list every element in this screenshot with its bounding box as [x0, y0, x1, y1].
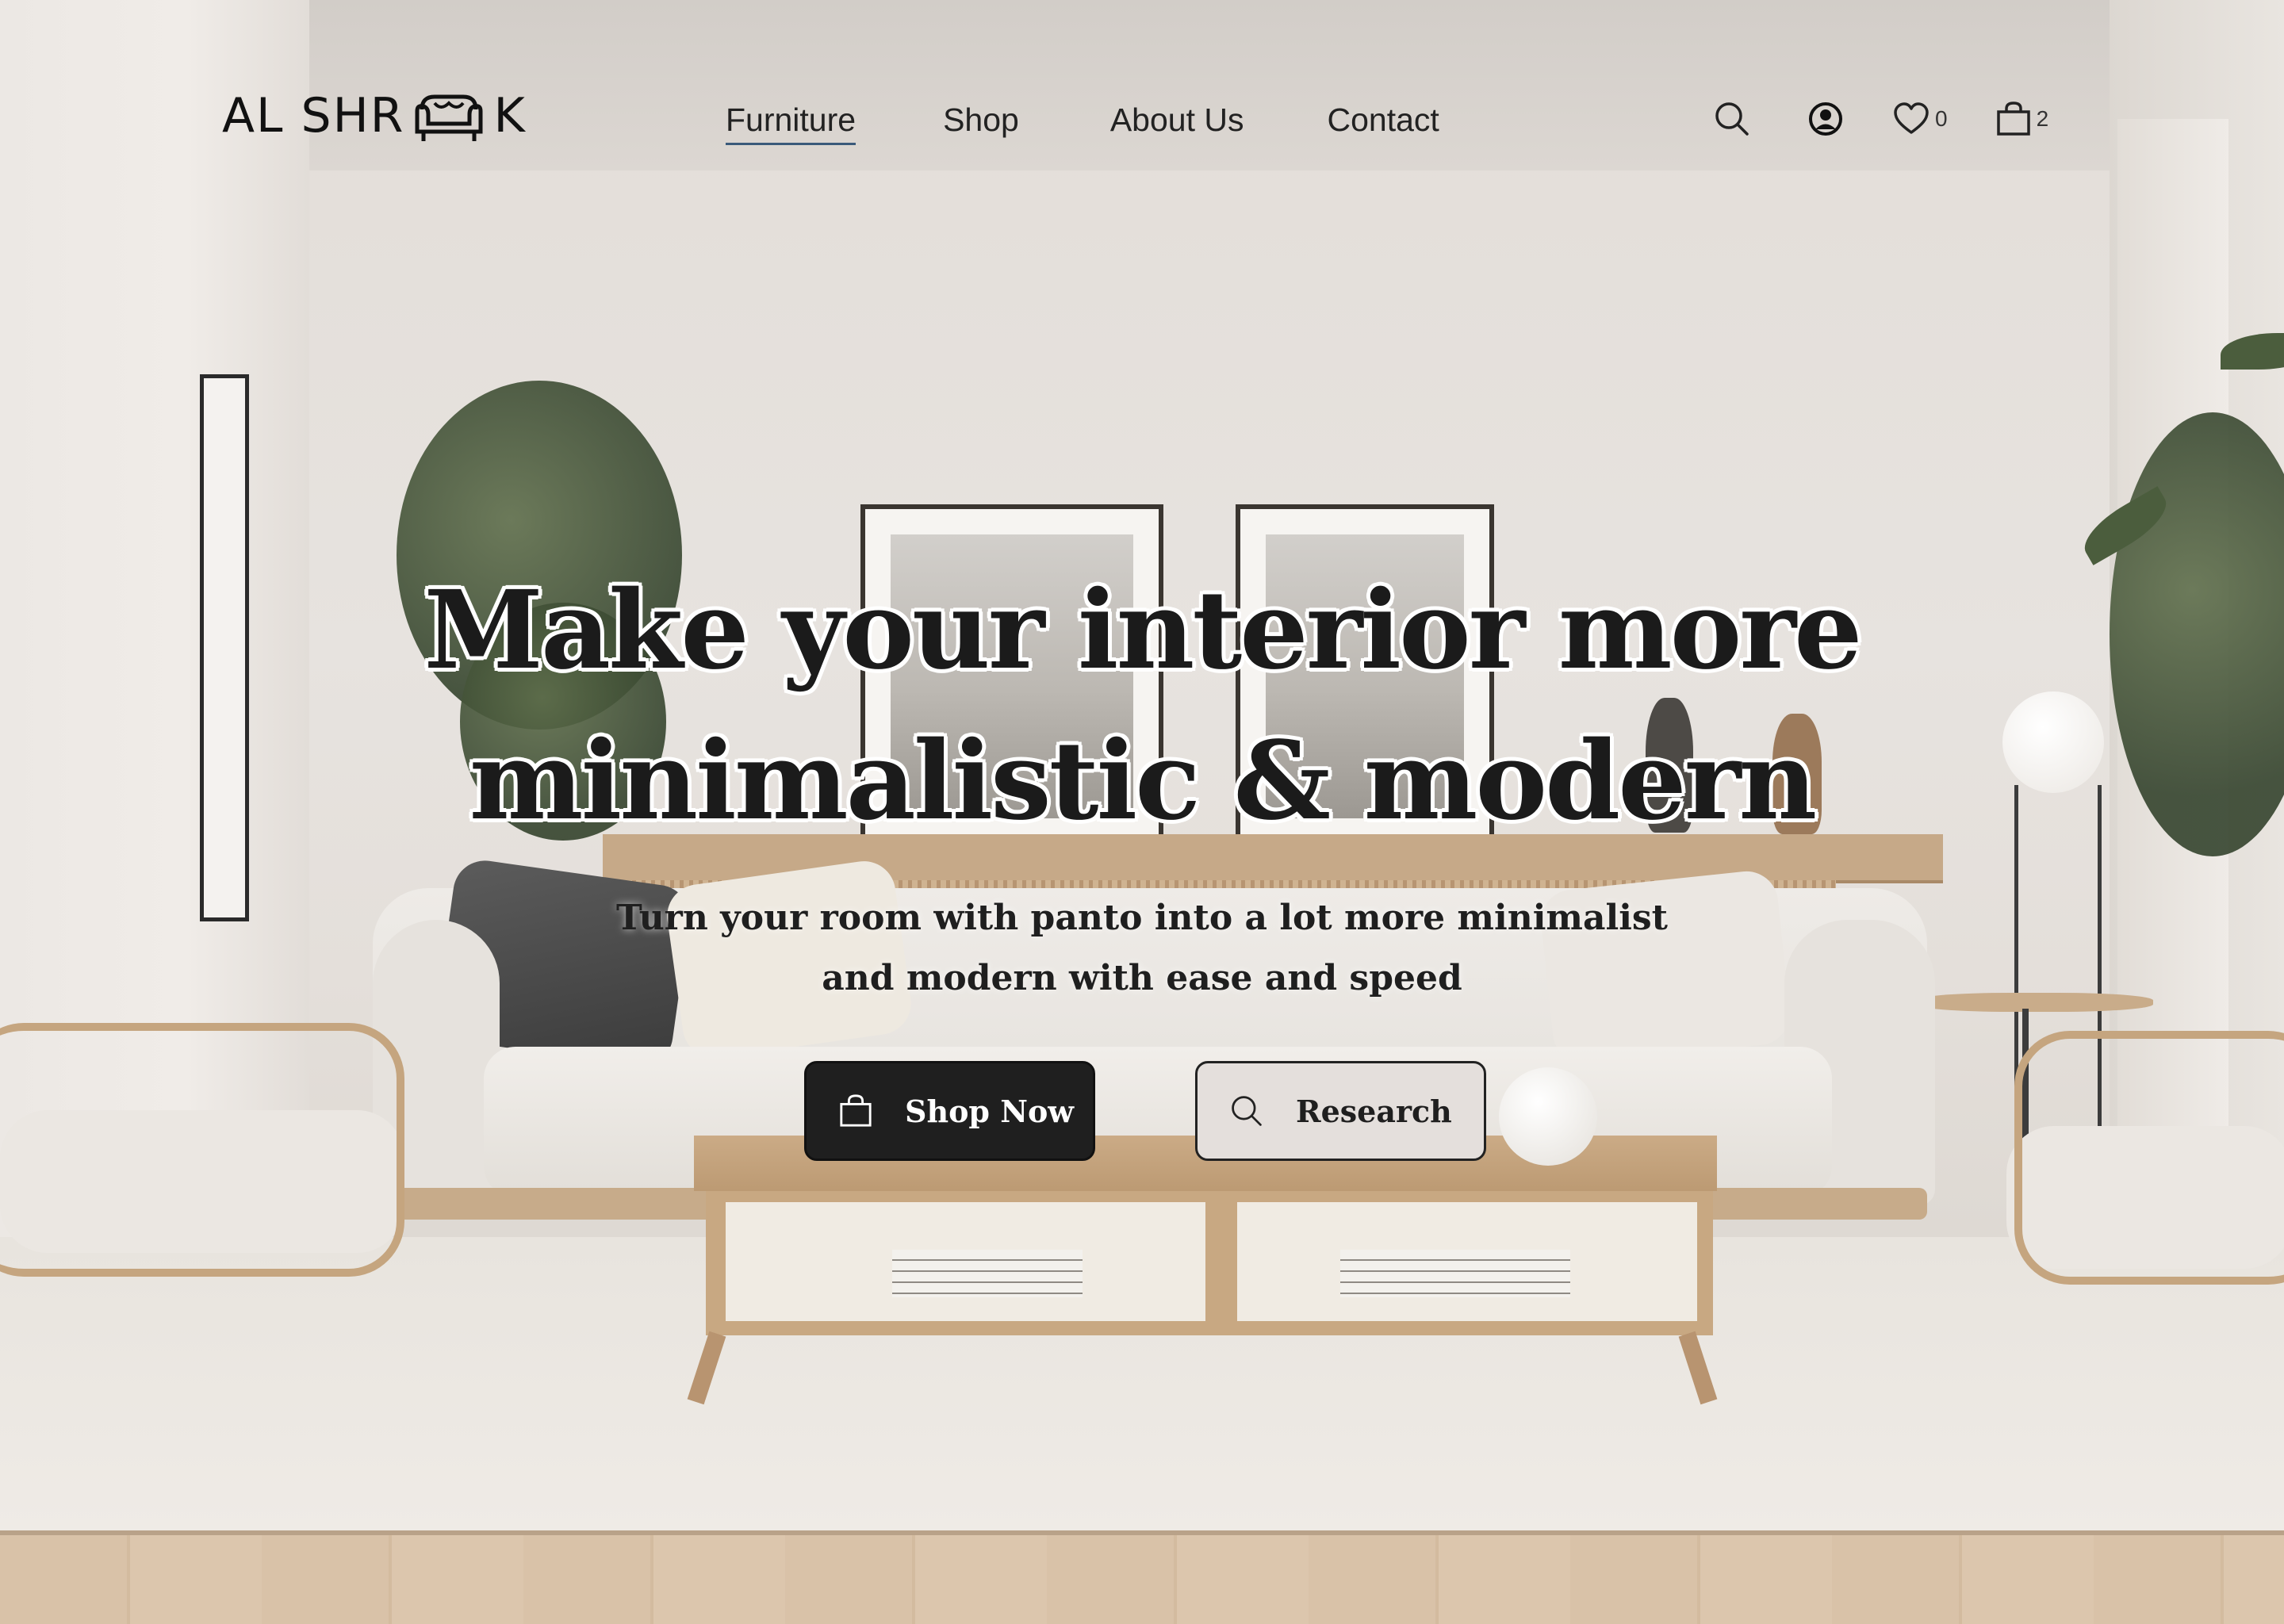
- hero-subtitle: Turn your room with panto into a lot mor…: [587, 888, 1697, 1009]
- shop-now-label: Shop Now: [905, 1093, 1075, 1129]
- wishlist-button[interactable]: 0: [1892, 100, 1948, 138]
- hero-subtitle-line-2: and modern with ease and speed: [822, 958, 1462, 998]
- research-button[interactable]: Research: [1195, 1061, 1486, 1161]
- nav-link-shop[interactable]: Shop: [943, 102, 1019, 139]
- logo-text-left: AL SHR: [222, 88, 405, 144]
- hero-title: Make your interior more minimalistic & m…: [349, 555, 1935, 856]
- user-circle-icon: [1809, 102, 1842, 136]
- logo-text-right: K: [493, 88, 527, 144]
- research-label: Research: [1296, 1093, 1452, 1129]
- search-icon: [1229, 1094, 1264, 1128]
- search-button[interactable]: [1713, 100, 1751, 138]
- main-nav: Furniture Shop About Us Contact: [726, 102, 1527, 145]
- bag-icon: [838, 1094, 873, 1128]
- shop-now-button[interactable]: Shop Now: [804, 1061, 1095, 1161]
- brand-logo[interactable]: AL SHR K: [222, 87, 527, 144]
- top-nav: AL SHR K Furniture Shop About Us Contact: [0, 0, 2284, 170]
- nav-link-furniture[interactable]: Furniture: [726, 102, 856, 145]
- bag-icon: [1996, 102, 2030, 136]
- sofa-icon: [415, 94, 483, 141]
- wishlist-count: 0: [1935, 106, 1948, 131]
- nav-link-contact[interactable]: Contact: [1327, 102, 1439, 139]
- cart-count: 2: [2036, 106, 2049, 131]
- nav-link-about-us[interactable]: About Us: [1110, 102, 1244, 139]
- account-button[interactable]: [1807, 100, 1845, 138]
- heart-icon: [1894, 102, 1929, 134]
- hero-title-line-1: Make your interior more: [423, 567, 1862, 694]
- hero-title-line-2: minimalistic & modern: [469, 718, 1818, 845]
- hero-subtitle-line-1: Turn your room with panto into a lot mor…: [615, 898, 1668, 938]
- cart-button[interactable]: 2: [1995, 101, 2049, 137]
- nav-actions: 0 2: [1713, 100, 2048, 138]
- search-icon: [1715, 102, 1749, 136]
